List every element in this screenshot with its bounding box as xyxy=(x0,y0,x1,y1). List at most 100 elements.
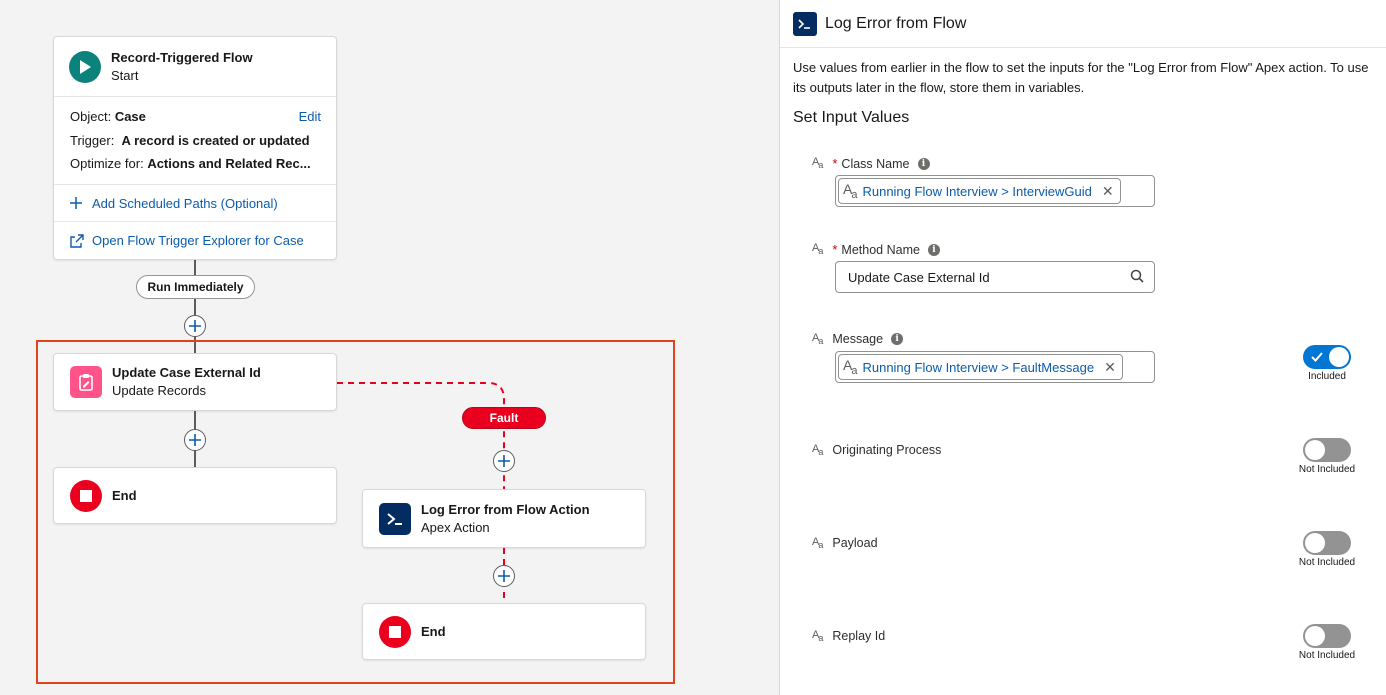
message-toggle-label: Included xyxy=(1308,371,1346,382)
payload-text: Payload xyxy=(832,536,878,551)
optimize-row: Optimize for: Actions and Related Rec... xyxy=(70,152,321,176)
class-name-token-text: Running Flow Interview > InterviewGuid xyxy=(862,183,1092,199)
apex-action-icon xyxy=(379,502,411,535)
toggle-knob xyxy=(1305,440,1325,460)
info-icon[interactable]: i xyxy=(917,157,930,170)
update-records-node[interactable]: Update Case External Id Update Records xyxy=(53,353,337,411)
trigger-label: Trigger: xyxy=(70,132,115,148)
replay-id-toggle-group: Not Included xyxy=(1292,624,1362,661)
update-node-subtitle: Update Records xyxy=(112,383,206,398)
method-name-label: Aa * Method Name i xyxy=(812,242,940,257)
class-name-label: Aa * Class Name i xyxy=(812,156,930,171)
panel-description: Use values from earlier in the flow to s… xyxy=(793,60,1369,95)
start-node[interactable]: Record-Triggered Flow Start Object: Case… xyxy=(53,36,337,260)
remove-icon[interactable]: ✕ xyxy=(1102,183,1114,200)
plus-icon xyxy=(189,434,201,446)
method-name-input[interactable]: Update Case External Id xyxy=(835,261,1155,293)
end-label: End xyxy=(112,487,137,503)
open-trigger-explorer-label: Open Flow Trigger Explorer for Case xyxy=(92,233,304,248)
add-element-button[interactable] xyxy=(493,450,515,472)
text-type-icon: Aa xyxy=(812,332,823,347)
start-node-title: Record-Triggered Flow xyxy=(111,49,253,65)
optimize-value: Actions and Related Rec... xyxy=(147,156,311,172)
panel-title: Log Error from Flow xyxy=(825,14,967,32)
end-label: End xyxy=(421,623,446,639)
search-icon[interactable] xyxy=(1130,269,1144,286)
text-type-icon: Aa xyxy=(812,242,823,257)
payload-toggle-label: Not Included xyxy=(1298,557,1356,568)
replay-id-text: Replay Id xyxy=(832,629,886,644)
message-token-text: Running Flow Interview > FaultMessage xyxy=(862,359,1095,375)
required-indicator: * xyxy=(832,156,838,171)
plus-icon xyxy=(498,570,510,582)
add-scheduled-paths-link[interactable]: Add Scheduled Paths (Optional) xyxy=(54,185,336,222)
plus-icon xyxy=(498,455,510,467)
originating-process-toggle-label: Not Included xyxy=(1298,464,1356,475)
log-error-action-node[interactable]: Log Error from Flow Action Apex Action xyxy=(362,489,646,548)
run-immediately-label[interactable]: Run Immediately xyxy=(136,275,255,299)
section-title: Set Input Values xyxy=(793,109,910,126)
message-toggle[interactable] xyxy=(1303,345,1351,369)
payload-toggle[interactable] xyxy=(1303,531,1351,555)
end-node[interactable]: End xyxy=(53,467,337,524)
class-name-input[interactable]: Aa Running Flow Interview > InterviewGui… xyxy=(835,175,1155,207)
message-label: Aa Message i xyxy=(812,332,904,347)
payload-toggle-group: Not Included xyxy=(1292,531,1362,568)
optimize-label: Optimize for: xyxy=(70,156,144,172)
originating-process-toggle-group: Not Included xyxy=(1292,438,1362,475)
payload-label: Aa Payload xyxy=(812,536,878,550)
text-type-icon: Aa xyxy=(812,536,823,551)
required-indicator: * xyxy=(832,242,838,257)
start-node-subtitle: Start xyxy=(111,67,139,83)
info-icon[interactable]: i xyxy=(891,333,904,346)
log-node-subtitle: Apex Action xyxy=(421,519,490,535)
object-row: Object: Case Edit xyxy=(70,105,321,129)
end-node[interactable]: End xyxy=(362,603,646,660)
object-value: Case xyxy=(114,109,146,125)
class-name-text: Class Name xyxy=(841,156,910,171)
message-text: Message xyxy=(832,332,884,347)
message-input[interactable]: Aa Running Flow Interview > FaultMessage… xyxy=(835,351,1155,383)
replay-id-toggle-label: Not Included xyxy=(1298,650,1356,661)
class-name-token[interactable]: Aa Running Flow Interview > InterviewGui… xyxy=(838,178,1121,204)
start-node-details: Object: Case Edit Trigger: A record is c… xyxy=(54,97,336,185)
play-icon xyxy=(69,50,101,83)
text-type-icon: Aa xyxy=(812,156,823,171)
trigger-value: A record is created or updated xyxy=(121,132,310,148)
trigger-row: Trigger: A record is created or updated xyxy=(70,129,321,153)
text-type-icon: Aa xyxy=(843,181,857,201)
log-node-title: Log Error from Flow Action xyxy=(421,501,590,517)
info-icon[interactable]: i xyxy=(927,243,940,256)
properties-panel: Log Error from Flow Use values from earl… xyxy=(779,0,1386,695)
replay-id-toggle[interactable] xyxy=(1303,624,1351,648)
originating-process-label: Aa Originating Process xyxy=(812,443,941,457)
method-name-value: Update Case External Id xyxy=(848,269,990,285)
start-node-header[interactable]: Record-Triggered Flow Start xyxy=(54,37,336,97)
add-icon xyxy=(70,197,84,209)
add-element-button[interactable] xyxy=(184,429,206,451)
text-type-icon: Aa xyxy=(843,357,857,377)
stop-icon xyxy=(379,615,411,648)
message-token[interactable]: Aa Running Flow Interview > FaultMessage… xyxy=(838,354,1123,380)
edit-link[interactable]: Edit xyxy=(299,109,321,124)
add-element-button[interactable] xyxy=(184,315,206,337)
add-element-button[interactable] xyxy=(493,565,515,587)
update-node-title: Update Case External Id xyxy=(112,365,261,380)
check-icon xyxy=(1311,352,1323,362)
add-scheduled-paths-label: Add Scheduled Paths (Optional) xyxy=(92,195,278,211)
open-trigger-explorer-link[interactable]: Open Flow Trigger Explorer for Case xyxy=(54,222,336,259)
message-toggle-group: Included xyxy=(1292,345,1362,382)
text-type-icon: Aa xyxy=(812,629,823,644)
stop-icon xyxy=(70,479,102,512)
update-records-icon xyxy=(70,366,102,398)
text-type-icon: Aa xyxy=(812,443,823,458)
toggle-knob xyxy=(1329,347,1349,367)
fault-label[interactable]: Fault xyxy=(462,407,546,429)
method-name-text: Method Name xyxy=(841,242,920,257)
remove-icon[interactable]: ✕ xyxy=(1104,359,1116,376)
toggle-knob xyxy=(1305,533,1325,553)
replay-id-label: Aa Replay Id xyxy=(812,629,885,643)
originating-process-text: Originating Process xyxy=(832,443,942,458)
panel-header: Log Error from Flow xyxy=(780,0,1386,48)
originating-process-toggle[interactable] xyxy=(1303,438,1351,462)
